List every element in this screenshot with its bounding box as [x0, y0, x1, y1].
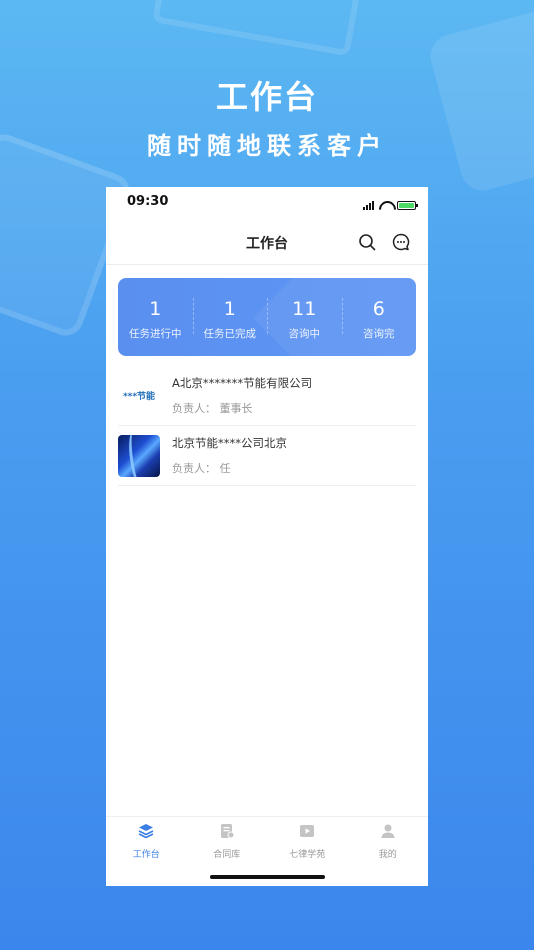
tab-label: 合同库	[213, 850, 241, 860]
stat-label: 咨询中	[288, 328, 321, 340]
stat-tasks-in-progress[interactable]: 1 任务进行中	[118, 278, 193, 356]
client-list: ***节能 A北京*******节能有限公司 负责人： 董事长 北京节能****…	[106, 366, 428, 486]
phone-screen: 09:30 工作台 1 任务进行中 1 任务已完成 11 咨询中 6 咨询完 *…	[106, 187, 428, 886]
tab-academy[interactable]: 七律学苑	[267, 817, 348, 860]
owner-label: 负责人： 董事长	[172, 402, 253, 415]
stat-tasks-completed[interactable]: 1 任务已完成	[192, 278, 268, 356]
stat-value: 1	[149, 298, 162, 320]
company-logo: ***节能	[118, 374, 160, 417]
status-time: 09:30	[127, 194, 169, 209]
tab-mine[interactable]: 我的	[348, 817, 429, 860]
company-name: 北京节能****公司北京	[172, 436, 287, 450]
stat-consulting[interactable]: 11 咨询中	[267, 278, 342, 356]
promo-title: 工作台	[215, 78, 318, 116]
promo-subtitle: 随时随地联系客户	[147, 131, 387, 160]
stat-value: 1	[223, 298, 236, 320]
document-icon	[220, 824, 235, 839]
list-item[interactable]: ***节能 A北京*******节能有限公司 负责人： 董事长	[118, 366, 416, 426]
tab-bar: 工作台 合同库 七律学苑 我的	[106, 816, 428, 860]
user-icon	[381, 824, 395, 838]
home-indicator[interactable]	[210, 875, 325, 879]
stat-value: 11	[292, 298, 317, 320]
company-thumbnail	[118, 434, 160, 477]
list-item[interactable]: 北京节能****公司北京 负责人： 任	[118, 426, 416, 486]
tab-label: 七律学苑	[289, 850, 326, 860]
nav-bar: 工作台	[106, 223, 428, 265]
background-hexagon	[151, 0, 369, 57]
owner-label: 负责人： 任	[172, 462, 231, 475]
stat-value: 6	[372, 298, 385, 320]
page-title: 工作台	[246, 236, 288, 252]
stats-card: 1 任务进行中 1 任务已完成 11 咨询中 6 咨询完	[118, 278, 416, 356]
chat-icon[interactable]	[392, 233, 410, 251]
layers-icon	[138, 824, 154, 839]
battery-icon	[397, 201, 418, 210]
company-name: A北京*******节能有限公司	[172, 376, 313, 390]
stat-label: 任务进行中	[129, 328, 182, 340]
status-bar: 09:30	[106, 187, 428, 223]
wifi-icon	[379, 201, 392, 210]
search-icon[interactable]	[358, 233, 376, 251]
tab-label: 工作台	[132, 850, 160, 860]
status-icons	[363, 201, 418, 210]
signal-icon	[363, 201, 374, 210]
stat-label: 任务已完成	[203, 328, 257, 340]
stat-label: 咨询完	[363, 328, 395, 340]
tab-workbench[interactable]: 工作台	[106, 817, 187, 860]
tab-label: 我的	[378, 850, 397, 860]
tab-contracts[interactable]: 合同库	[187, 817, 268, 860]
item-text: A北京*******节能有限公司 负责人： 董事长	[172, 375, 416, 416]
item-text: 北京节能****公司北京 负责人： 任	[172, 435, 416, 476]
stat-consult-done[interactable]: 6 咨询完	[341, 278, 417, 356]
video-icon	[300, 825, 315, 837]
